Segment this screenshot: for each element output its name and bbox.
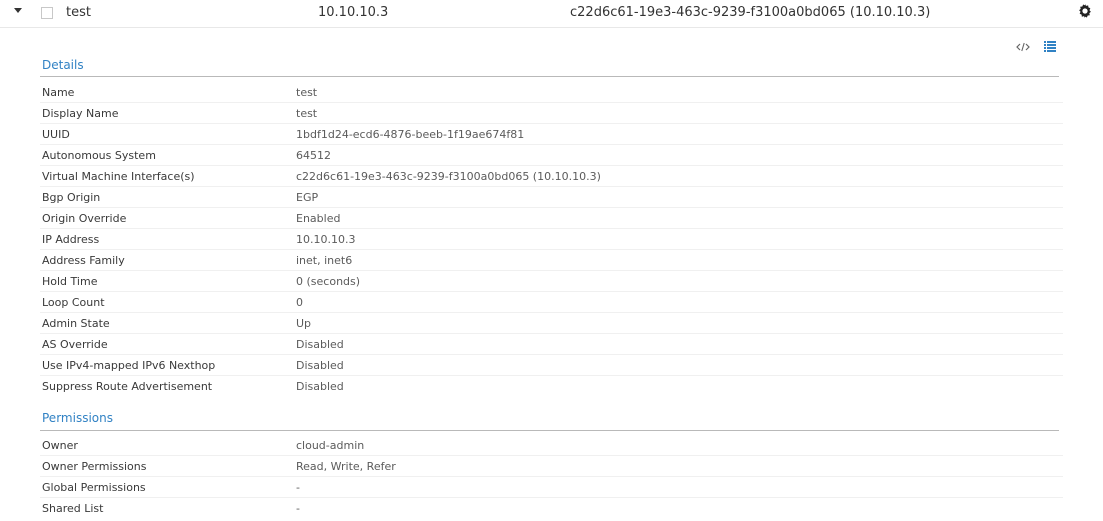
detail-label: Virtual Machine Interface(s) [42, 170, 195, 183]
row-divider [0, 27, 1103, 28]
detail-row: Hold Time 0 (seconds) [40, 271, 1063, 292]
detail-value: 10.10.10.3 [296, 233, 356, 246]
detail-value: 64512 [296, 149, 331, 162]
detail-row: Bgp Origin EGP [40, 187, 1063, 208]
detail-row: Owner cloud-admin [40, 435, 1063, 456]
detail-value: Disabled [296, 338, 344, 351]
detail-value: - [296, 502, 300, 515]
row-ip-cell: 10.10.10.3 [318, 5, 389, 20]
detail-row: Name test [40, 82, 1063, 103]
detail-value: Enabled [296, 212, 341, 225]
detail-label: Owner Permissions [42, 460, 147, 473]
detail-row: Admin State Up [40, 313, 1063, 334]
details-section-title: Details [42, 58, 84, 72]
detail-value: test [296, 86, 318, 99]
detail-row: IP Address 10.10.10.3 [40, 229, 1063, 250]
detail-row: Autonomous System 64512 [40, 145, 1063, 166]
detail-value: test [296, 107, 318, 120]
detail-row: Use IPv4-mapped IPv6 Nexthop Disabled [40, 355, 1063, 376]
detail-label: Origin Override [42, 212, 127, 225]
detail-label: Shared List [42, 502, 104, 515]
detail-label: Bgp Origin [42, 191, 101, 204]
detail-row: UUID 1bdf1d24-ecd6-4876-beeb-1f19ae674f81 [40, 124, 1063, 145]
permissions-section-divider [40, 430, 1059, 431]
detail-label: UUID [42, 128, 70, 141]
code-icon[interactable] [1016, 41, 1030, 53]
row-name-cell: test [66, 5, 91, 20]
detail-value: Up [296, 317, 312, 330]
detail-label: Global Permissions [42, 481, 146, 494]
detail-row: Address Family inet, inet6 [40, 250, 1063, 271]
detail-row: Origin Override Enabled [40, 208, 1063, 229]
bgp-router-detail-view: test 10.10.10.3 c22d6c61-19e3-463c-9239-… [0, 0, 1103, 521]
detail-row: AS Override Disabled [40, 334, 1063, 355]
detail-value: EGP [296, 191, 319, 204]
row-vmi-cell: c22d6c61-19e3-463c-9239-f3100a0bd065 (10… [570, 5, 931, 20]
gear-icon[interactable] [1078, 4, 1092, 18]
detail-label: Use IPv4-mapped IPv6 Nexthop [42, 359, 216, 372]
caret-down-icon[interactable] [14, 8, 22, 13]
grid-row[interactable]: test 10.10.10.3 c22d6c61-19e3-463c-9239-… [0, 0, 1103, 26]
permissions-section-title: Permissions [42, 411, 113, 425]
detail-label: Admin State [42, 317, 110, 330]
detail-row: Suppress Route Advertisement Disabled [40, 376, 1063, 397]
detail-label: Address Family [42, 254, 125, 267]
detail-label: Hold Time [42, 275, 98, 288]
detail-value: Read, Write, Refer [296, 460, 396, 473]
detail-row: Display Name test [40, 103, 1063, 124]
detail-value: Disabled [296, 359, 344, 372]
list-icon[interactable] [1044, 41, 1056, 52]
detail-row: Owner Permissions Read, Write, Refer [40, 456, 1063, 477]
details-section-divider [40, 76, 1059, 77]
detail-value: Disabled [296, 380, 344, 393]
detail-row: Shared List - [40, 498, 1063, 519]
detail-value: inet, inet6 [296, 254, 353, 267]
detail-label: Suppress Route Advertisement [42, 380, 213, 393]
detail-value: - [296, 481, 300, 494]
permissions-list: Owner cloud-admin Owner Permissions Read, W… [40, 435, 1063, 519]
detail-label: Autonomous System [42, 149, 156, 162]
detail-value: c22d6c61-19e3-463c-9239-f3100a0bd065 (10… [296, 170, 601, 183]
detail-row: Loop Count 0 [40, 292, 1063, 313]
detail-value: 1bdf1d24-ecd6-4876-beeb-1f19ae674f81 [296, 128, 525, 141]
detail-label: Owner [42, 439, 78, 452]
row-checkbox[interactable] [41, 7, 53, 19]
detail-value: 0 [296, 296, 303, 309]
detail-label: Display Name [42, 107, 119, 120]
detail-label: Name [42, 86, 75, 99]
detail-label: AS Override [42, 338, 108, 351]
detail-value: cloud-admin [296, 439, 365, 452]
detail-label: Loop Count [42, 296, 105, 309]
detail-value: 0 (seconds) [296, 275, 361, 288]
detail-label: IP Address [42, 233, 100, 246]
detail-row: Virtual Machine Interface(s) c22d6c61-19e… [40, 166, 1063, 187]
detail-row: Global Permissions - [40, 477, 1063, 498]
details-list: Name test Display Name test UUID 1bdf1d24-ecd… [40, 82, 1063, 397]
